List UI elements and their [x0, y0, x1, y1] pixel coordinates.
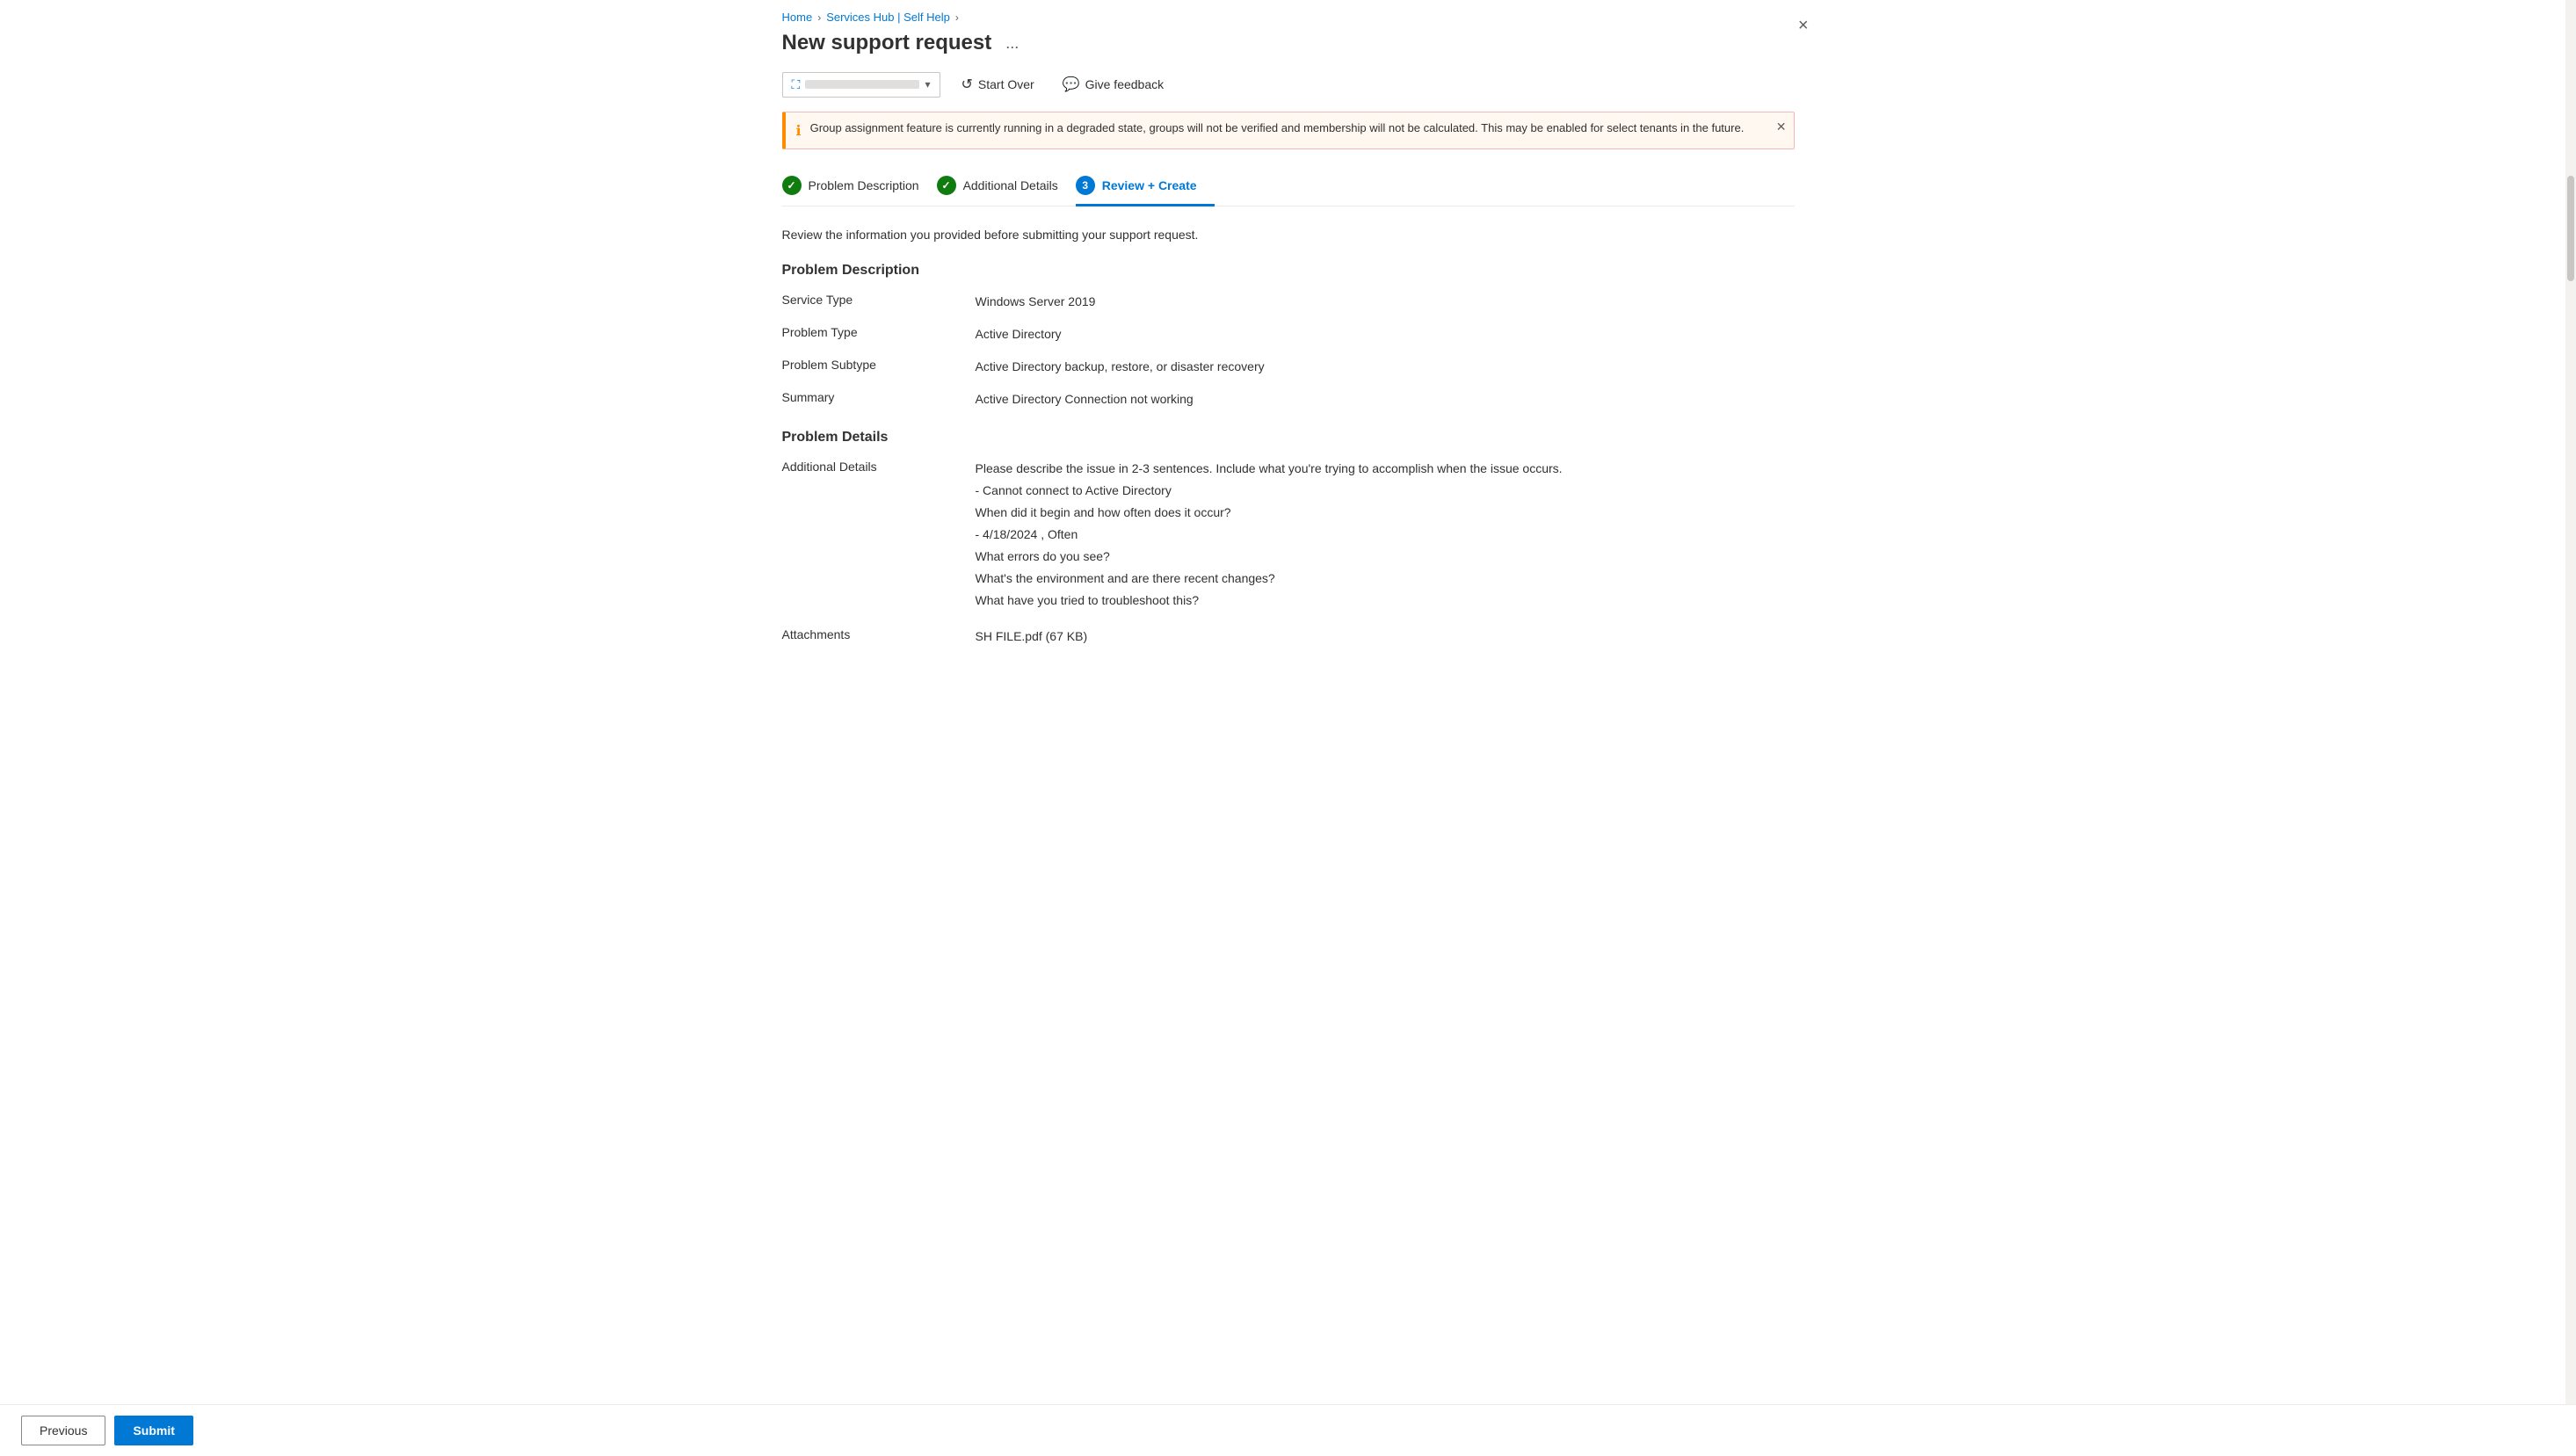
- bottom-bar: Previous Submit: [0, 1404, 2576, 1456]
- toolbar: ⛶ ▾ ↺ Start Over 💬 Give feedback: [782, 71, 1795, 98]
- label-summary: Summary: [782, 390, 976, 404]
- warning-close-button[interactable]: ✕: [1776, 120, 1787, 134]
- problem-details-header: Problem Details: [782, 430, 1795, 445]
- problem-description-header: Problem Description: [782, 263, 1795, 279]
- value-summary: Active Directory Connection not working: [976, 390, 1795, 409]
- breadcrumb-sep2: ›: [955, 11, 959, 24]
- step-review-create[interactable]: 3 Review + Create: [1076, 167, 1215, 206]
- label-attachments: Attachments: [782, 627, 976, 641]
- label-additional-details: Additional Details: [782, 460, 976, 474]
- step1-label: Problem Description: [809, 178, 919, 192]
- breadcrumb: Home › Services Hub | Self Help ›: [782, 0, 1795, 31]
- label-service-type: Service Type: [782, 293, 976, 307]
- review-subtitle: Review the information you provided befo…: [782, 228, 1795, 242]
- detail-row-service-type: Service Type Windows Server 2019: [782, 293, 1795, 311]
- warning-banner: ℹ Group assignment feature is currently …: [782, 112, 1795, 149]
- value-service-type: Windows Server 2019: [976, 293, 1795, 311]
- additional-line1: Please describe the issue in 2-3 sentenc…: [976, 460, 1795, 478]
- start-over-label: Start Over: [978, 77, 1034, 91]
- breadcrumb-hub[interactable]: Services Hub | Self Help: [826, 11, 950, 24]
- additional-line3: - Cannot connect to Active Directory: [976, 482, 1795, 500]
- group-selector[interactable]: ⛶ ▾: [782, 72, 940, 98]
- chevron-down-icon: ▾: [925, 78, 930, 91]
- page-title: New support request: [782, 31, 992, 55]
- detail-row-problem-subtype: Problem Subtype Active Directory backup,…: [782, 358, 1795, 376]
- label-problem-subtype: Problem Subtype: [782, 358, 976, 372]
- additional-line8: What errors do you see?: [976, 547, 1795, 566]
- scrollbar-thumb: [2567, 176, 2574, 281]
- scrollbar[interactable]: [2565, 0, 2576, 1456]
- step2-label: Additional Details: [963, 178, 1058, 192]
- submit-button[interactable]: Submit: [114, 1416, 192, 1445]
- warning-icon: ℹ: [796, 122, 802, 140]
- content-area: Review the information you provided befo…: [782, 228, 1795, 646]
- breadcrumb-home[interactable]: Home: [782, 11, 813, 24]
- additional-line12: What have you tried to troubleshoot this…: [976, 591, 1795, 610]
- warning-text: Group assignment feature is currently ru…: [810, 121, 1745, 134]
- give-feedback-button[interactable]: 💬 Give feedback: [1056, 71, 1171, 98]
- page-header: New support request ... ×: [782, 31, 1795, 55]
- additional-line6: - 4/18/2024 , Often: [976, 525, 1795, 544]
- previous-button[interactable]: Previous: [21, 1416, 105, 1445]
- breadcrumb-sep1: ›: [817, 11, 821, 24]
- step-additional-details[interactable]: ✓ Additional Details: [937, 167, 1076, 206]
- additional-line5: When did it begin and how often does it …: [976, 503, 1795, 522]
- start-over-button[interactable]: ↺ Start Over: [954, 71, 1041, 98]
- step1-circle: ✓: [782, 176, 802, 195]
- step-problem-description[interactable]: ✓ Problem Description: [782, 167, 937, 206]
- additional-line10: What's the environment and are there rec…: [976, 569, 1795, 588]
- selector-placeholder: [805, 80, 919, 89]
- detail-row-summary: Summary Active Directory Connection not …: [782, 390, 1795, 409]
- detail-row-problem-type: Problem Type Active Directory: [782, 325, 1795, 344]
- refresh-icon: ↺: [961, 76, 973, 93]
- step3-circle: 3: [1076, 176, 1095, 195]
- close-button[interactable]: ×: [1791, 12, 1816, 40]
- feedback-icon: 💬: [1063, 76, 1080, 93]
- label-problem-type: Problem Type: [782, 325, 976, 339]
- value-problem-type: Active Directory: [976, 325, 1795, 344]
- value-attachments: SH FILE.pdf (67 KB): [976, 627, 1795, 646]
- ellipsis-button[interactable]: ...: [1000, 33, 1024, 54]
- step3-label: Review + Create: [1102, 178, 1197, 192]
- org-icon: ⛶: [792, 77, 801, 92]
- give-feedback-label: Give feedback: [1085, 77, 1165, 91]
- value-problem-subtype: Active Directory backup, restore, or dis…: [976, 358, 1795, 376]
- detail-row-attachments: Attachments SH FILE.pdf (67 KB): [782, 627, 1795, 646]
- value-additional-details: Please describe the issue in 2-3 sentenc…: [976, 460, 1795, 613]
- detail-row-additional-details: Additional Details Please describe the i…: [782, 460, 1795, 613]
- step2-circle: ✓: [937, 176, 956, 195]
- steps-nav: ✓ Problem Description ✓ Additional Detai…: [782, 167, 1795, 206]
